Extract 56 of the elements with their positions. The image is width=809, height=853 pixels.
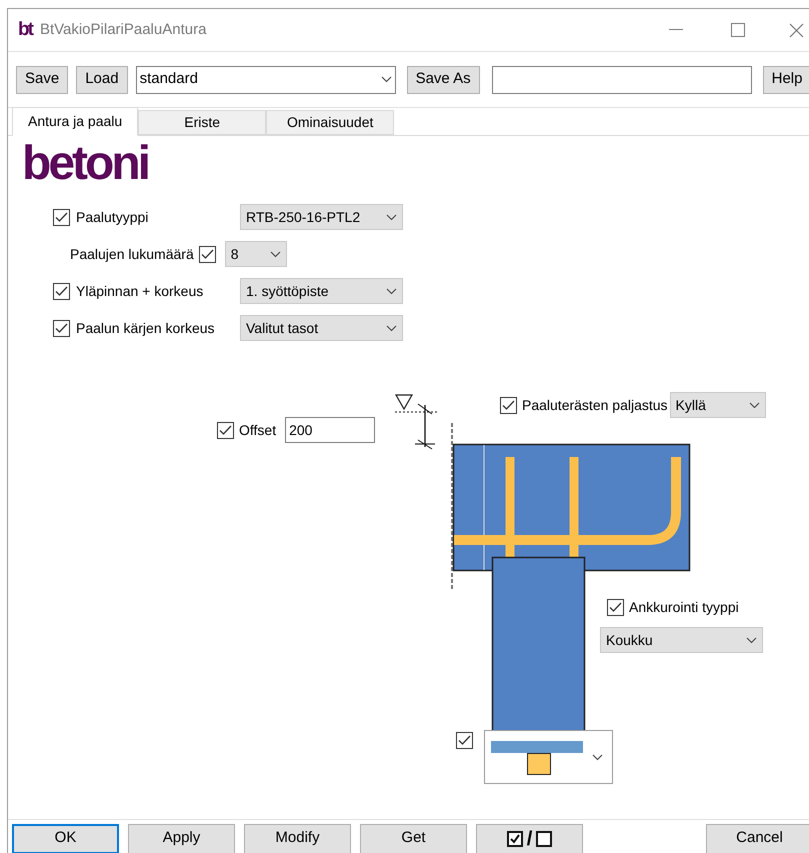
dropdown[interactable]: 1. syöttöpiste [240, 278, 403, 304]
checked-box-icon [506, 830, 523, 846]
tab[interactable]: Antura ja paalu [12, 107, 138, 136]
chevron-down-icon [386, 214, 397, 220]
dropdown[interactable]: Koukku [600, 627, 763, 653]
exposure-label: Paaluterästen paljastus [522, 396, 668, 415]
name-input[interactable] [492, 66, 752, 94]
checkbox[interactable] [53, 208, 70, 226]
chevron-down-icon [592, 754, 603, 760]
checkbox[interactable] [217, 422, 234, 438]
chevron-down-icon [748, 402, 760, 408]
offset-label: Offset [239, 420, 276, 440]
chevron-down-icon [386, 288, 397, 294]
save-as-button[interactable]: Save As [406, 66, 480, 94]
chevron-down-icon [380, 76, 392, 83]
chevron-down-icon [270, 250, 281, 258]
dropdown[interactable]: RTB-250-16-PTL2 [240, 204, 403, 230]
dimension-line [414, 404, 436, 450]
checkbox[interactable] [607, 599, 624, 616]
dropdown[interactable]: Kyllä [670, 392, 766, 418]
anchorage-label: Ankkurointi tyyppi [629, 598, 739, 617]
offset-input[interactable]: 200 [285, 417, 376, 443]
footer-button[interactable]: Modify [244, 824, 351, 853]
checkbox[interactable] [53, 320, 70, 336]
level-marker-icon [394, 394, 438, 412]
checkbox[interactable] [53, 282, 70, 300]
tab[interactable]: Ominaisuudet [266, 110, 394, 135]
chevron-down-icon [746, 636, 757, 644]
dropdown[interactable]: 8 [224, 241, 287, 267]
option-label: Paalun kärjen korkeus [76, 318, 216, 338]
footer-button[interactable]: OK [12, 824, 119, 853]
chevron-down-icon [386, 324, 397, 332]
checkbox[interactable] [500, 396, 517, 414]
load-button[interactable]: Load [76, 66, 128, 94]
help-button[interactable]: Help [762, 66, 809, 94]
empty-box-icon [536, 830, 552, 846]
close-icon[interactable] [789, 22, 804, 38]
option-label: Paalutyyppi [76, 208, 150, 227]
option-label: Paalujen lukumäärä [70, 244, 194, 264]
app-logo: bt [18, 18, 32, 42]
check-toggle-button[interactable]: / [476, 824, 583, 853]
maximize-icon[interactable] [731, 23, 745, 37]
save-button[interactable]: Save [16, 66, 68, 94]
brand-logo: betoni [22, 136, 148, 192]
footer-button[interactable]: Get [360, 824, 467, 853]
window-title: BtVakioPilariPaaluAntura [40, 20, 206, 40]
checkbox[interactable] [456, 732, 473, 749]
pile-end-dropdown[interactable] [484, 730, 613, 784]
footer-button[interactable]: Cancel [706, 824, 809, 853]
option-label: Yläpinnan + korkeus [76, 282, 204, 301]
checkbox[interactable] [198, 246, 216, 262]
minimize-icon[interactable] [669, 29, 683, 31]
preset-dropdown[interactable]: standard [136, 66, 396, 94]
dropdown[interactable]: Valitut tasot [240, 315, 403, 341]
footer-button[interactable]: Apply [128, 824, 235, 853]
tab[interactable]: Eriste [138, 110, 266, 135]
